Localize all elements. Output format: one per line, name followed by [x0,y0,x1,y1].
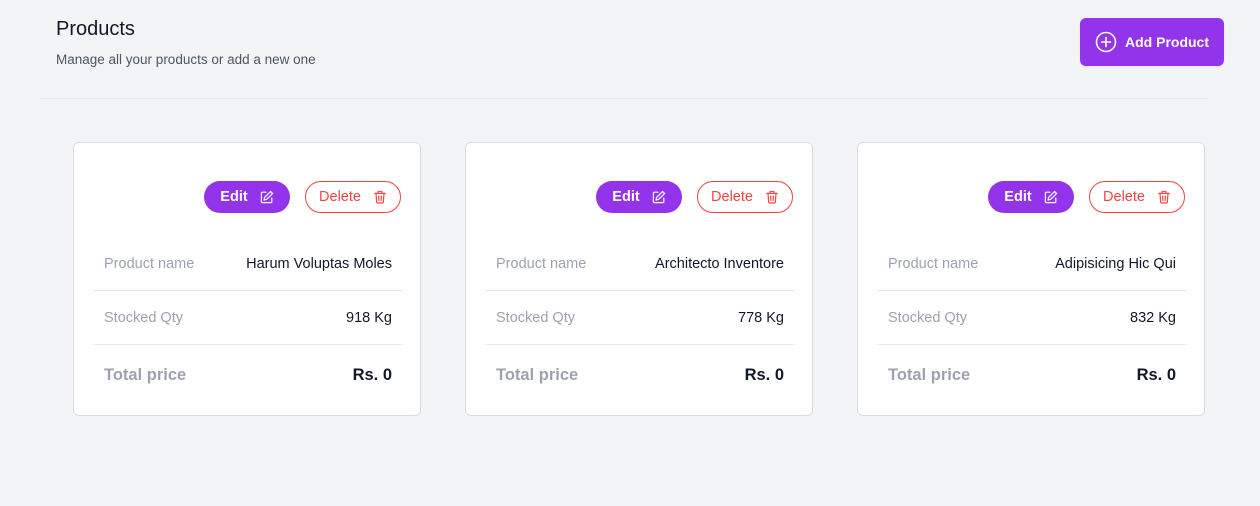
trash-icon [1157,190,1171,204]
stocked-qty-row: Stocked Qty 918 Kg [93,291,403,345]
total-price-row: Total price Rs. 0 [93,345,403,405]
add-product-label: Add Product [1125,34,1209,50]
header-divider [40,98,1208,99]
page-subtitle: Manage all your products or add a new on… [56,52,316,67]
product-name-value: Harum Voluptas Moles [246,255,392,272]
delete-button[interactable]: Delete [305,181,401,213]
add-product-button[interactable]: Add Product [1080,18,1224,66]
product-name-row: Product name Harum Voluptas Moles [93,237,403,291]
trash-icon [373,190,387,204]
product-name-row: Product name Adipisicing Hic Qui [877,237,1187,291]
stocked-qty-label: Stocked Qty [496,309,575,326]
stocked-qty-row: Stocked Qty 832 Kg [877,291,1187,345]
card-actions: Edit Delete [204,181,401,213]
stocked-qty-label: Stocked Qty [888,309,967,326]
delete-label: Delete [711,189,753,205]
product-card: Edit Delete [465,142,813,416]
total-price-row: Total price Rs. 0 [485,345,795,405]
delete-label: Delete [319,189,361,205]
card-actions: Edit Delete [596,181,793,213]
product-name-label: Product name [104,255,195,272]
product-name-label: Product name [888,255,979,272]
card-actions: Edit Delete [988,181,1185,213]
total-price-row: Total price Rs. 0 [877,345,1187,405]
edit-button[interactable]: Edit [596,181,682,213]
stocked-qty-value: 778 Kg [738,309,784,326]
product-name-label: Product name [496,255,587,272]
edit-label: Edit [1004,189,1032,205]
page-header: Products Manage all your products or add… [0,0,1260,99]
total-price-value: Rs. 0 [352,365,392,384]
page-title: Products [56,18,135,40]
product-card: Edit Delete [73,142,421,416]
product-details: Product name Adipisicing Hic Qui Stocked… [877,237,1187,405]
stocked-qty-row: Stocked Qty 778 Kg [485,291,795,345]
stocked-qty-label: Stocked Qty [104,309,183,326]
edit-button[interactable]: Edit [988,181,1074,213]
delete-label: Delete [1103,189,1145,205]
pencil-square-icon [1044,190,1058,204]
plus-circle-icon [1095,31,1117,53]
stocked-qty-value: 832 Kg [1130,309,1176,326]
delete-button[interactable]: Delete [697,181,793,213]
total-price-value: Rs. 0 [1136,365,1176,384]
edit-label: Edit [220,189,248,205]
product-details: Product name Harum Voluptas Moles Stocke… [93,237,403,405]
edit-label: Edit [612,189,640,205]
total-price-label: Total price [888,365,971,384]
product-name-row: Product name Architecto Inventore [485,237,795,291]
total-price-value: Rs. 0 [744,365,784,384]
stocked-qty-value: 918 Kg [346,309,392,326]
edit-button[interactable]: Edit [204,181,290,213]
pencil-square-icon [260,190,274,204]
product-name-value: Architecto Inventore [655,255,784,272]
product-details: Product name Architecto Inventore Stocke… [485,237,795,405]
total-price-label: Total price [496,365,579,384]
product-card: Edit Delete [857,142,1205,416]
product-name-value: Adipisicing Hic Qui [1055,255,1176,272]
delete-button[interactable]: Delete [1089,181,1185,213]
pencil-square-icon [652,190,666,204]
total-price-label: Total price [104,365,187,384]
trash-icon [765,190,779,204]
